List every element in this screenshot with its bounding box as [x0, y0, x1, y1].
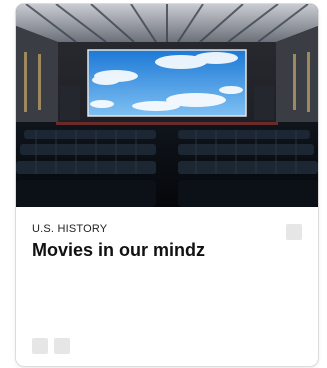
- more-icon[interactable]: [54, 338, 70, 354]
- card-body: U.S. HISTORY Movies in our mindz: [16, 207, 318, 366]
- share-icon[interactable]: [32, 338, 48, 354]
- card-actions: [32, 338, 70, 354]
- card-title[interactable]: Movies in our mindz: [32, 240, 282, 261]
- hero-image: [16, 4, 318, 207]
- card-category[interactable]: U.S. HISTORY: [32, 223, 107, 235]
- bookmark-icon[interactable]: [286, 224, 302, 240]
- article-card[interactable]: U.S. HISTORY Movies in our mindz: [16, 4, 318, 366]
